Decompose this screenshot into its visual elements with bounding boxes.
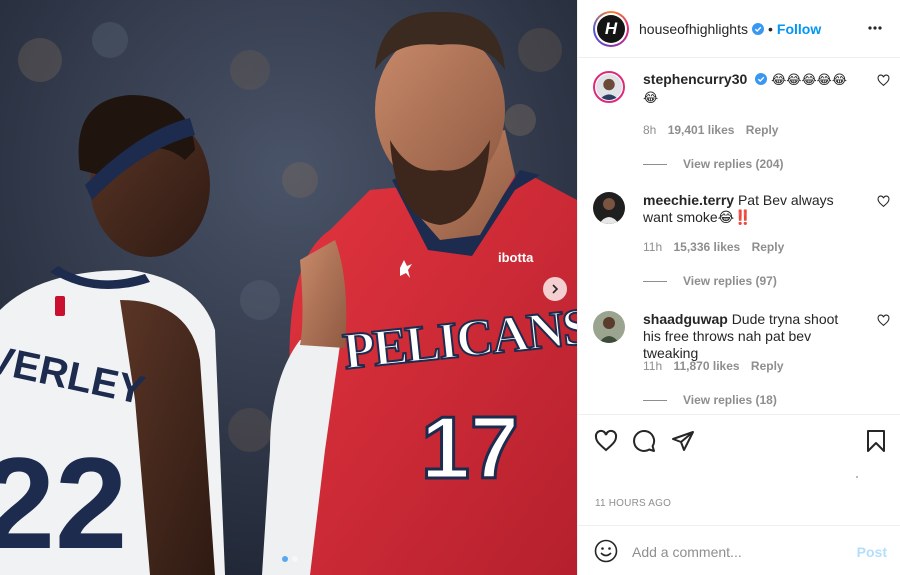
comment-likes[interactable]: 19,401 likes — [668, 123, 735, 137]
verified-badge-icon — [755, 73, 768, 85]
post-header: H houseofhighlights • Follow — [578, 0, 900, 58]
view-replies-label: View replies (97) — [683, 274, 777, 288]
jersey-number-right: 17 — [421, 398, 519, 497]
comment-username[interactable]: shaadguwap — [643, 311, 728, 327]
share-icon[interactable] — [671, 429, 695, 453]
more-options-icon[interactable] — [867, 20, 883, 36]
house-of-highlights-logo: H — [597, 14, 625, 43]
comment-avatar[interactable] — [593, 192, 625, 224]
comment-avatar[interactable] — [593, 311, 625, 343]
comment-likes[interactable]: 11,870 likes — [673, 359, 739, 373]
comment-like-heart-icon[interactable] — [877, 74, 890, 87]
view-replies-label: View replies (204) — [683, 157, 784, 171]
comment-username[interactable]: meechie.terry — [643, 192, 734, 208]
comment-likes[interactable]: 15,336 likes — [673, 240, 740, 254]
verified-badge-icon — [751, 22, 764, 35]
comment-reply-button[interactable]: Reply — [746, 123, 779, 137]
comment-meta: 11h 11,870 likes Reply — [643, 359, 792, 373]
comment-time: 8h — [643, 123, 657, 137]
save-icon[interactable] — [864, 429, 888, 453]
carousel-indicator — [282, 556, 298, 562]
author-avatar[interactable]: H — [593, 10, 629, 47]
header-separator: • — [767, 20, 773, 37]
add-comment-bar: Post — [578, 525, 900, 575]
post-media[interactable]: ibotta PELICANS 17 EVERLEY 22 — [0, 0, 577, 575]
comment-body: meechie.terry Pat Bev always want smoke😂… — [643, 192, 853, 226]
carousel-dot — [292, 556, 298, 562]
chevron-right-icon — [552, 284, 559, 294]
post-photo: ibotta PELICANS 17 EVERLEY 22 — [0, 0, 577, 575]
comment-avatar[interactable] — [593, 71, 625, 103]
comment-body: stephencurry30 😂😂😂😂😂😂 — [643, 71, 853, 107]
comment-reply-button[interactable]: Reply — [751, 359, 784, 373]
view-replies-label: View replies (18) — [683, 393, 777, 407]
comment-meta: 11h 15,336 likes Reply — [643, 240, 792, 254]
follow-button[interactable]: Follow — [777, 21, 821, 37]
comment-time: 11h — [643, 359, 663, 373]
carousel-dot-active — [282, 556, 288, 562]
decorative-dot — [856, 476, 858, 478]
post-timestamp[interactable]: 11 HOURS AGO — [595, 498, 671, 509]
view-replies-button[interactable]: View replies (18) — [643, 393, 777, 407]
post-side-panel: H houseofhighlights • Follow stephencurr… — [577, 0, 900, 575]
carousel-next-button[interactable] — [543, 277, 567, 301]
view-replies-button[interactable]: View replies (97) — [643, 274, 777, 288]
comment-time: 11h — [643, 240, 663, 254]
comment-reply-button[interactable]: Reply — [752, 240, 785, 254]
author-username[interactable]: houseofhighlights — [639, 21, 748, 37]
view-replies-button[interactable]: View replies (204) — [643, 157, 784, 171]
comments-list[interactable]: stephencurry30 😂😂😂😂😂😂 8h 19,401 likes Re… — [578, 59, 900, 414]
emoji-icon[interactable] — [594, 539, 618, 563]
comment-input[interactable] — [632, 541, 842, 563]
comment-like-heart-icon[interactable] — [877, 195, 890, 208]
post-action-bar — [578, 414, 900, 464]
comment-body: shaadguwap Dude tryna shoot his free thr… — [643, 311, 853, 362]
jersey-sponsor: ibotta — [498, 250, 534, 265]
heart-icon[interactable] — [594, 429, 618, 453]
post-comment-button[interactable]: Post — [857, 544, 887, 560]
comment-icon[interactable] — [632, 429, 656, 453]
comment-username[interactable]: stephencurry30 — [643, 71, 747, 87]
comment-meta: 8h 19,401 likes Reply — [643, 123, 786, 137]
jersey-number-left: 22 — [0, 430, 127, 575]
comment-like-heart-icon[interactable] — [877, 314, 890, 327]
